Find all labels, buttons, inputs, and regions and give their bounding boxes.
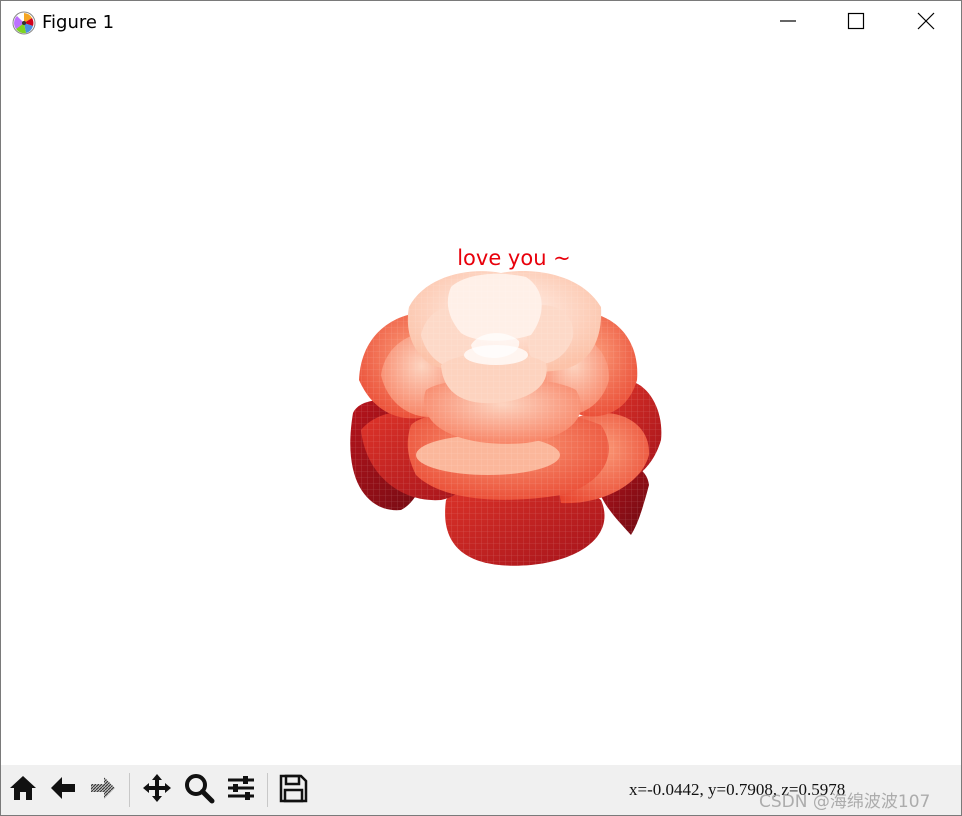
forward-button[interactable] xyxy=(85,772,121,808)
figure-canvas[interactable]: love you ~ xyxy=(1,45,961,765)
matplotlib-logo-icon xyxy=(12,11,36,35)
zoom-button[interactable] xyxy=(181,772,217,808)
window-title: Figure 1 xyxy=(42,12,115,33)
toolbar-separator xyxy=(129,773,130,807)
title-bar[interactable]: Figure 1 xyxy=(1,1,961,45)
close-button[interactable] xyxy=(891,1,961,45)
home-button[interactable] xyxy=(5,772,41,808)
home-icon xyxy=(7,772,39,808)
minimize-button[interactable] xyxy=(753,1,823,45)
sliders-icon xyxy=(225,772,257,808)
maximize-icon xyxy=(847,12,865,34)
rose-surface-plot xyxy=(350,270,662,566)
minimize-icon xyxy=(779,12,797,34)
close-icon xyxy=(917,12,935,34)
move-icon xyxy=(141,772,173,808)
back-button[interactable] xyxy=(45,772,81,808)
save-floppy-icon xyxy=(277,772,309,808)
configure-subplots-button[interactable] xyxy=(223,772,259,808)
toolbar-separator xyxy=(267,773,268,807)
arrow-right-icon xyxy=(87,772,119,808)
figure-window: Figure 1 love you ~ x=-0.0442, y=0.7908,… xyxy=(0,0,962,816)
navigation-toolbar: x=-0.0442, y=0.7908, z=0.5978 CSDN @海绵波波… xyxy=(1,765,961,815)
zoom-magnifier-icon xyxy=(183,772,215,808)
maximize-button[interactable] xyxy=(821,1,891,45)
save-button[interactable] xyxy=(275,772,311,808)
watermark-text: CSDN @海绵波波107 xyxy=(759,792,931,812)
arrow-left-icon xyxy=(47,772,79,808)
pan-button[interactable] xyxy=(139,772,175,808)
